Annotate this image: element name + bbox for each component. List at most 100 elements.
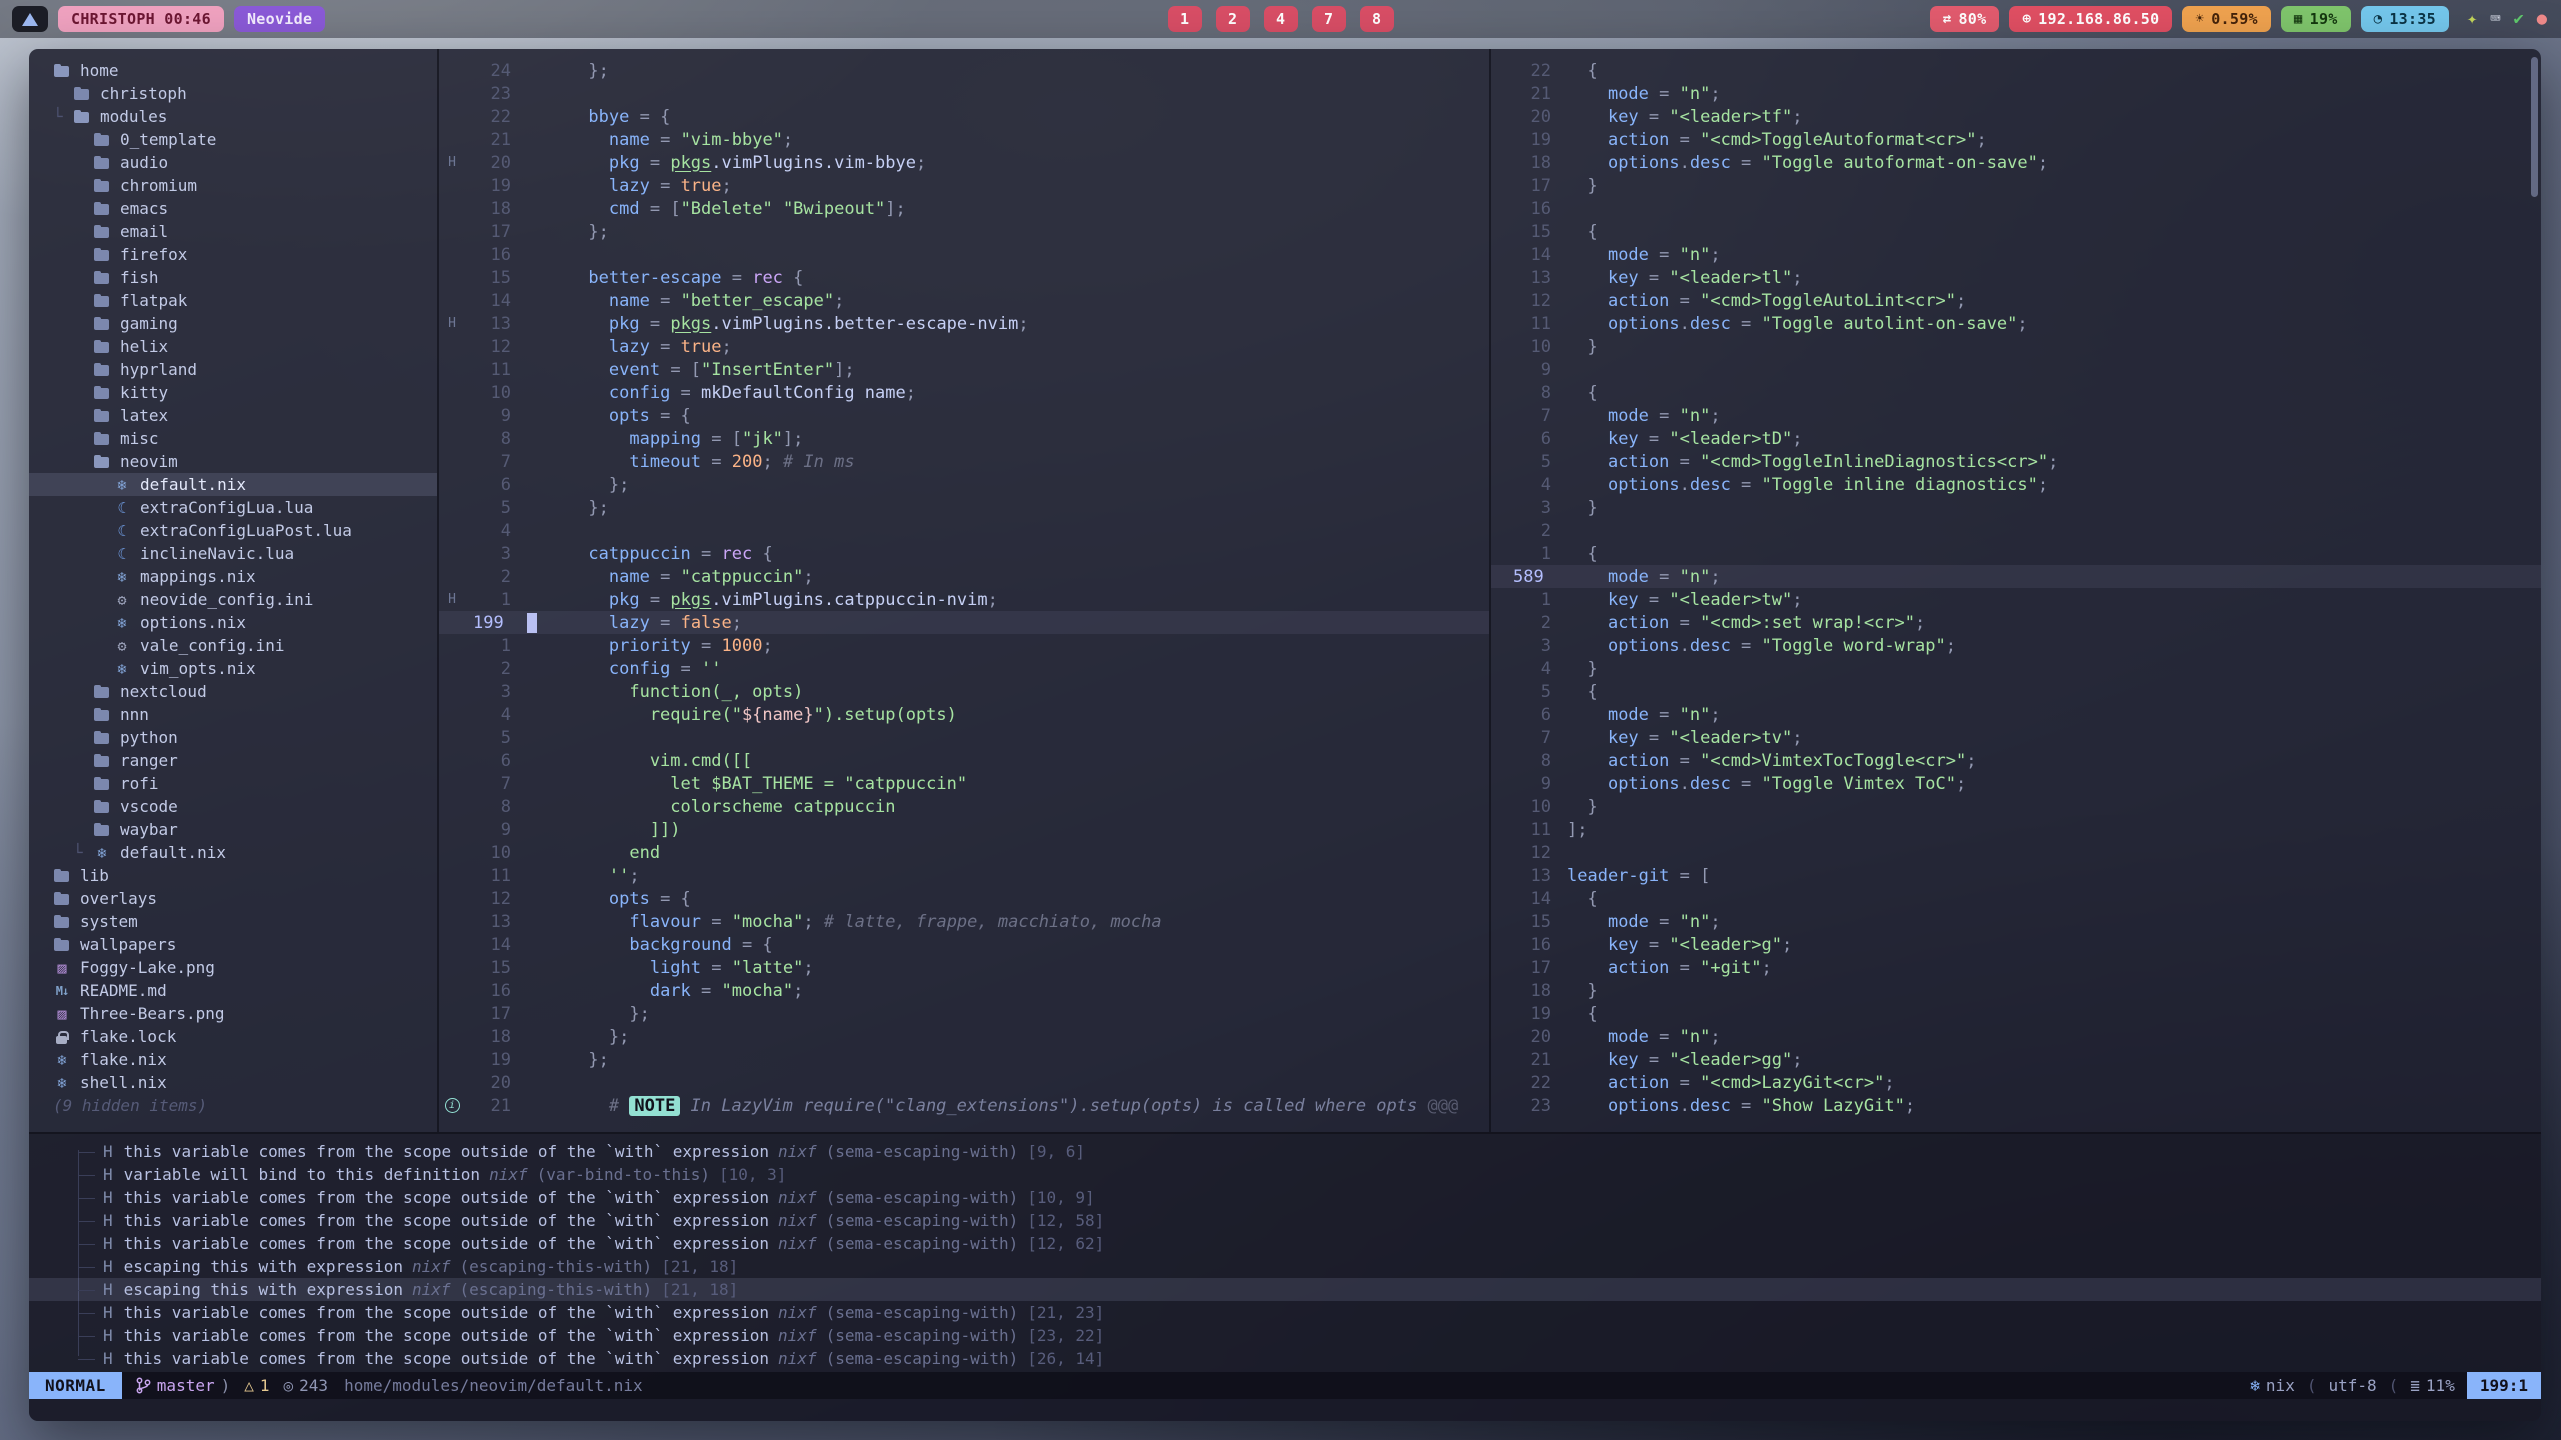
tree-item[interactable]: ☾extraConfigLua.lua <box>29 496 437 519</box>
workspace-button[interactable]: 2 <box>1216 6 1250 32</box>
code-line[interactable]: 17 } <box>1491 174 2541 197</box>
tree-item[interactable]: ❄default.nix <box>29 473 437 496</box>
diagnostic-item[interactable]: Hescaping this with expressionnixf(escap… <box>29 1278 2541 1301</box>
code-line[interactable]: 5 }; <box>439 496 1489 519</box>
code-line[interactable]: H13 pkg = pkgs.vimPlugins.better-escape-… <box>439 312 1489 335</box>
code-line[interactable]: 7 key = "<leader>tv"; <box>1491 726 2541 749</box>
code-line[interactable]: 13leader-git = [ <box>1491 864 2541 887</box>
hint-count[interactable]: ◎ 243 <box>284 1376 329 1395</box>
code-line[interactable]: 8 action = "<cmd>VimtexTocToggle<cr>"; <box>1491 749 2541 772</box>
diagnostic-item[interactable]: Hthis variable comes from the scope outs… <box>29 1209 2541 1232</box>
usage-badge[interactable]: ⇄80% <box>1930 6 2000 32</box>
code-line[interactable]: 589 mode = "n"; <box>1491 565 2541 588</box>
tree-item[interactable]: misc <box>29 427 437 450</box>
code-line[interactable]: 20 mode = "n"; <box>1491 1025 2541 1048</box>
tree-item[interactable]: ☾extraConfigLuaPost.lua <box>29 519 437 542</box>
tree-item[interactable]: M↓README.md <box>29 979 437 1002</box>
diagnostic-item[interactable]: Hthis variable comes from the scope outs… <box>29 1186 2541 1209</box>
tree-item[interactable]: └modules <box>29 105 437 128</box>
tree-item[interactable]: gaming <box>29 312 437 335</box>
keyboard-icon[interactable]: ⌨ <box>2490 9 2500 29</box>
tree-item[interactable]: flatpak <box>29 289 437 312</box>
tree-item[interactable]: hyprland <box>29 358 437 381</box>
tree-item[interactable]: ❄options.nix <box>29 611 437 634</box>
code-line[interactable]: 21 key = "<leader>gg"; <box>1491 1048 2541 1071</box>
tree-item[interactable]: chromium <box>29 174 437 197</box>
code-line[interactable]: 2 name = "catppuccin"; <box>439 565 1489 588</box>
code-line[interactable]: 7 timeout = 200; # In ms <box>439 450 1489 473</box>
code-line[interactable]: 6 vim.cmd([[ <box>439 749 1489 772</box>
network-badge[interactable]: ⊕192.168.86.50 <box>2009 6 2172 32</box>
tree-item[interactable]: home <box>29 59 437 82</box>
tree-item[interactable]: nextcloud <box>29 680 437 703</box>
tree-item[interactable]: flake.lock <box>29 1025 437 1048</box>
code-line[interactable]: 14 background = { <box>439 933 1489 956</box>
code-line[interactable]: 19 action = "<cmd>ToggleAutoformat<cr>"; <box>1491 128 2541 151</box>
code-line[interactable]: 2 action = "<cmd>:set wrap!<cr>"; <box>1491 611 2541 634</box>
app-name-badge[interactable]: Neovide <box>234 6 325 32</box>
code-line[interactable]: 11 event = ["InsertEnter"]; <box>439 358 1489 381</box>
code-line[interactable]: 8 colorscheme catppuccin <box>439 795 1489 818</box>
tree-item[interactable]: python <box>29 726 437 749</box>
diagnostic-item[interactable]: Hthis variable comes from the scope outs… <box>29 1347 2541 1370</box>
code-line[interactable]: 8 mapping = ["jk"]; <box>439 427 1489 450</box>
tree-item[interactable]: rofi <box>29 772 437 795</box>
tree-item[interactable]: kitty <box>29 381 437 404</box>
tree-item[interactable]: firefox <box>29 243 437 266</box>
code-line[interactable]: 16 dark = "mocha"; <box>439 979 1489 1002</box>
code-line[interactable]: 9 opts = { <box>439 404 1489 427</box>
code-line[interactable]: 17 }; <box>439 220 1489 243</box>
tree-item[interactable]: helix <box>29 335 437 358</box>
code-line[interactable]: 10 } <box>1491 335 2541 358</box>
tree-item[interactable]: 0_template <box>29 128 437 151</box>
diagnostic-item[interactable]: Hthis variable comes from the scope outs… <box>29 1232 2541 1255</box>
tree-item[interactable]: waybar <box>29 818 437 841</box>
tree-item[interactable]: ❄mappings.nix <box>29 565 437 588</box>
code-line[interactable]: 22 { <box>1491 59 2541 82</box>
code-line[interactable]: H20 pkg = pkgs.vimPlugins.vim-bbye; <box>439 151 1489 174</box>
code-line[interactable]: 8 { <box>1491 381 2541 404</box>
clock-badge[interactable]: ◔13:35 <box>2361 6 2449 32</box>
tree-item[interactable]: nnn <box>29 703 437 726</box>
code-line[interactable]: 10 config = mkDefaultConfig name; <box>439 381 1489 404</box>
code-line[interactable]: 4 <box>439 519 1489 542</box>
warning-count[interactable]: △ 1 <box>244 1376 269 1395</box>
code-line[interactable]: H1 pkg = pkgs.vimPlugins.catppuccin-nvim… <box>439 588 1489 611</box>
user-session-badge[interactable]: CHRISTOPH 00:46 <box>58 6 224 32</box>
code-line[interactable]: 23 options.desc = "Show LazyGit"; <box>1491 1094 2541 1117</box>
code-line[interactable]: 10 } <box>1491 795 2541 818</box>
tree-item[interactable]: └❄default.nix <box>29 841 437 864</box>
diagnostic-item[interactable]: Hvariable will bind to this definitionni… <box>29 1163 2541 1186</box>
tree-item[interactable]: emacs <box>29 197 437 220</box>
code-line[interactable]: 15 light = "latte"; <box>439 956 1489 979</box>
code-line[interactable]: 18 } <box>1491 979 2541 1002</box>
memory-badge[interactable]: ▦19% <box>2281 6 2351 32</box>
code-line[interactable]: 13 flavour = "mocha"; # latte, frappe, m… <box>439 910 1489 933</box>
code-line[interactable]: 14 mode = "n"; <box>1491 243 2541 266</box>
tree-item[interactable]: ❄shell.nix <box>29 1071 437 1094</box>
code-line[interactable]: 18 cmd = ["Bdelete" "Bwipeout"]; <box>439 197 1489 220</box>
code-line[interactable]: 12 lazy = true; <box>439 335 1489 358</box>
code-line[interactable]: 4 options.desc = "Toggle inline diagnost… <box>1491 473 2541 496</box>
diagnostic-item[interactable]: Hthis variable comes from the scope outs… <box>29 1301 2541 1324</box>
tree-item[interactable]: ☾inclineNavic.lua <box>29 542 437 565</box>
code-line[interactable]: 17 action = "+git"; <box>1491 956 2541 979</box>
code-line[interactable]: 22 bbye = { <box>439 105 1489 128</box>
tree-item[interactable]: email <box>29 220 437 243</box>
code-line[interactable]: 2 config = '' <box>439 657 1489 680</box>
workspace-button[interactable]: 8 <box>1360 6 1394 32</box>
code-line[interactable]: 4 require("${name}").setup(opts) <box>439 703 1489 726</box>
code-line[interactable]: 15 mode = "n"; <box>1491 910 2541 933</box>
workspace-button[interactable]: 7 <box>1312 6 1346 32</box>
code-line[interactable]: 4 } <box>1491 657 2541 680</box>
code-line[interactable]: 3 function(_, opts) <box>439 680 1489 703</box>
launcher-button[interactable] <box>12 6 48 32</box>
check-icon[interactable]: ✔ <box>2514 9 2524 29</box>
tree-item[interactable]: audio <box>29 151 437 174</box>
workspace-button[interactable]: 4 <box>1264 6 1298 32</box>
bulb-icon[interactable]: ✦ <box>2467 9 2477 29</box>
tree-item[interactable]: overlays <box>29 887 437 910</box>
code-line[interactable]: 15 better-escape = rec { <box>439 266 1489 289</box>
diagnostic-item[interactable]: Hthis variable comes from the scope outs… <box>29 1140 2541 1163</box>
code-line[interactable]: 17 }; <box>439 1002 1489 1025</box>
